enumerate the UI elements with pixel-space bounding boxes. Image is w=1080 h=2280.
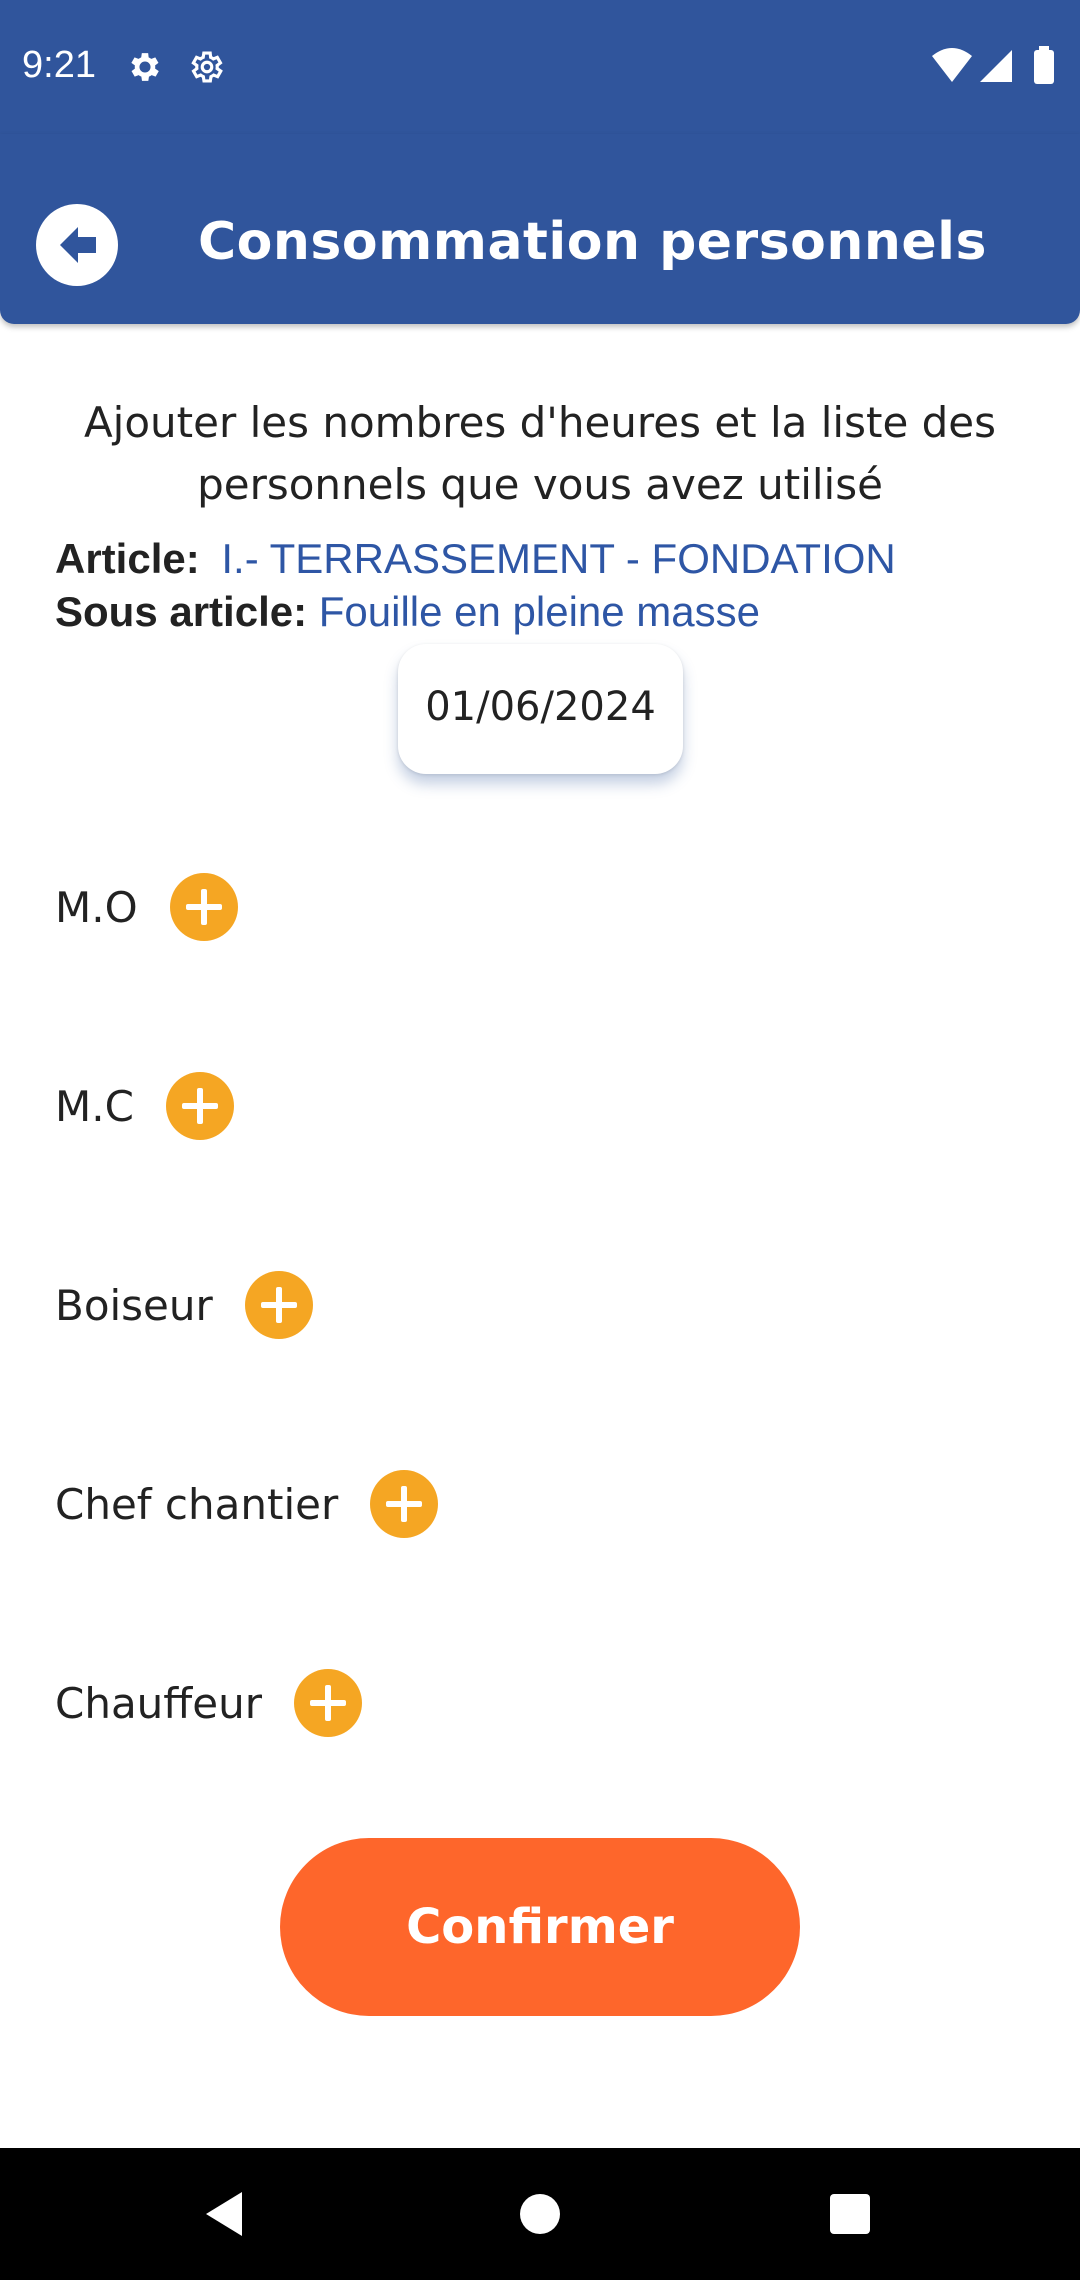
role-label: Boiseur	[55, 1280, 213, 1330]
app-bar: Consommation personnels	[0, 134, 1080, 324]
plus-circle-icon	[386, 1486, 423, 1522]
settings-icon	[131, 53, 159, 81]
battery-icon	[1034, 50, 1054, 84]
home-circle-icon	[520, 2194, 560, 2234]
role-row-chef-chantier: Chef chantier	[55, 1469, 439, 1539]
cellular-signal-icon	[980, 50, 1012, 82]
status-bar: 9:21	[0, 0, 1080, 134]
sous-article-label: Sous article:	[55, 588, 308, 635]
article-line: Article: I.- TERRASSEMENT - FONDATION	[55, 535, 896, 583]
date-value: 01/06/2024	[425, 684, 656, 730]
role-row-chauffeur: Chauffeur	[55, 1668, 362, 1738]
add-mo-button[interactable]	[169, 873, 238, 941]
plus-circle-icon	[185, 889, 222, 925]
nav-recents-button[interactable]	[784, 2148, 916, 2280]
plus-circle-icon	[309, 1685, 346, 1721]
add-mc-button[interactable]	[165, 1072, 234, 1140]
confirm-button[interactable]: Confirmer	[280, 1838, 800, 2016]
back-triangle-icon	[206, 2192, 242, 2236]
role-row-mc: M.C	[55, 1071, 234, 1141]
role-label: Chef chantier	[55, 1479, 339, 1529]
sous-article-line: Sous article: Fouille en pleine masse	[55, 588, 760, 636]
role-row-mo: M.O	[55, 872, 238, 942]
back-button[interactable]	[36, 204, 118, 286]
status-time: 9:21	[22, 44, 96, 86]
article-label: Article:	[55, 535, 200, 582]
role-row-boiseur: Boiseur	[55, 1270, 313, 1340]
settings-outline-icon	[191, 51, 223, 83]
role-label: M.C	[55, 1081, 134, 1131]
role-label: Chauffeur	[55, 1678, 262, 1728]
add-chauffeur-button[interactable]	[293, 1669, 362, 1737]
article-value: I.- TERRASSEMENT - FONDATION	[221, 535, 896, 582]
page-title: Consommation personnels	[198, 212, 987, 272]
add-chef-chantier-button[interactable]	[370, 1470, 439, 1538]
intro-text: Ajouter les nombres d'heures et la liste…	[83, 398, 997, 509]
system-navigation-bar	[0, 2148, 1080, 2280]
arrow-left-circle-icon	[60, 227, 96, 263]
confirm-label: Confirmer	[406, 1899, 674, 1955]
add-boiseur-button[interactable]	[244, 1271, 313, 1339]
status-indicators	[932, 46, 1054, 84]
role-label: M.O	[55, 882, 138, 932]
nav-home-button[interactable]	[474, 2148, 606, 2280]
recents-square-icon	[830, 2194, 870, 2234]
date-picker[interactable]: 01/06/2024	[398, 644, 683, 774]
sous-article-value: Fouille en pleine masse	[318, 588, 761, 635]
wifi-icon	[932, 48, 972, 82]
plus-circle-icon	[181, 1088, 218, 1124]
plus-circle-icon	[260, 1287, 297, 1323]
nav-back-button[interactable]	[160, 2148, 292, 2280]
